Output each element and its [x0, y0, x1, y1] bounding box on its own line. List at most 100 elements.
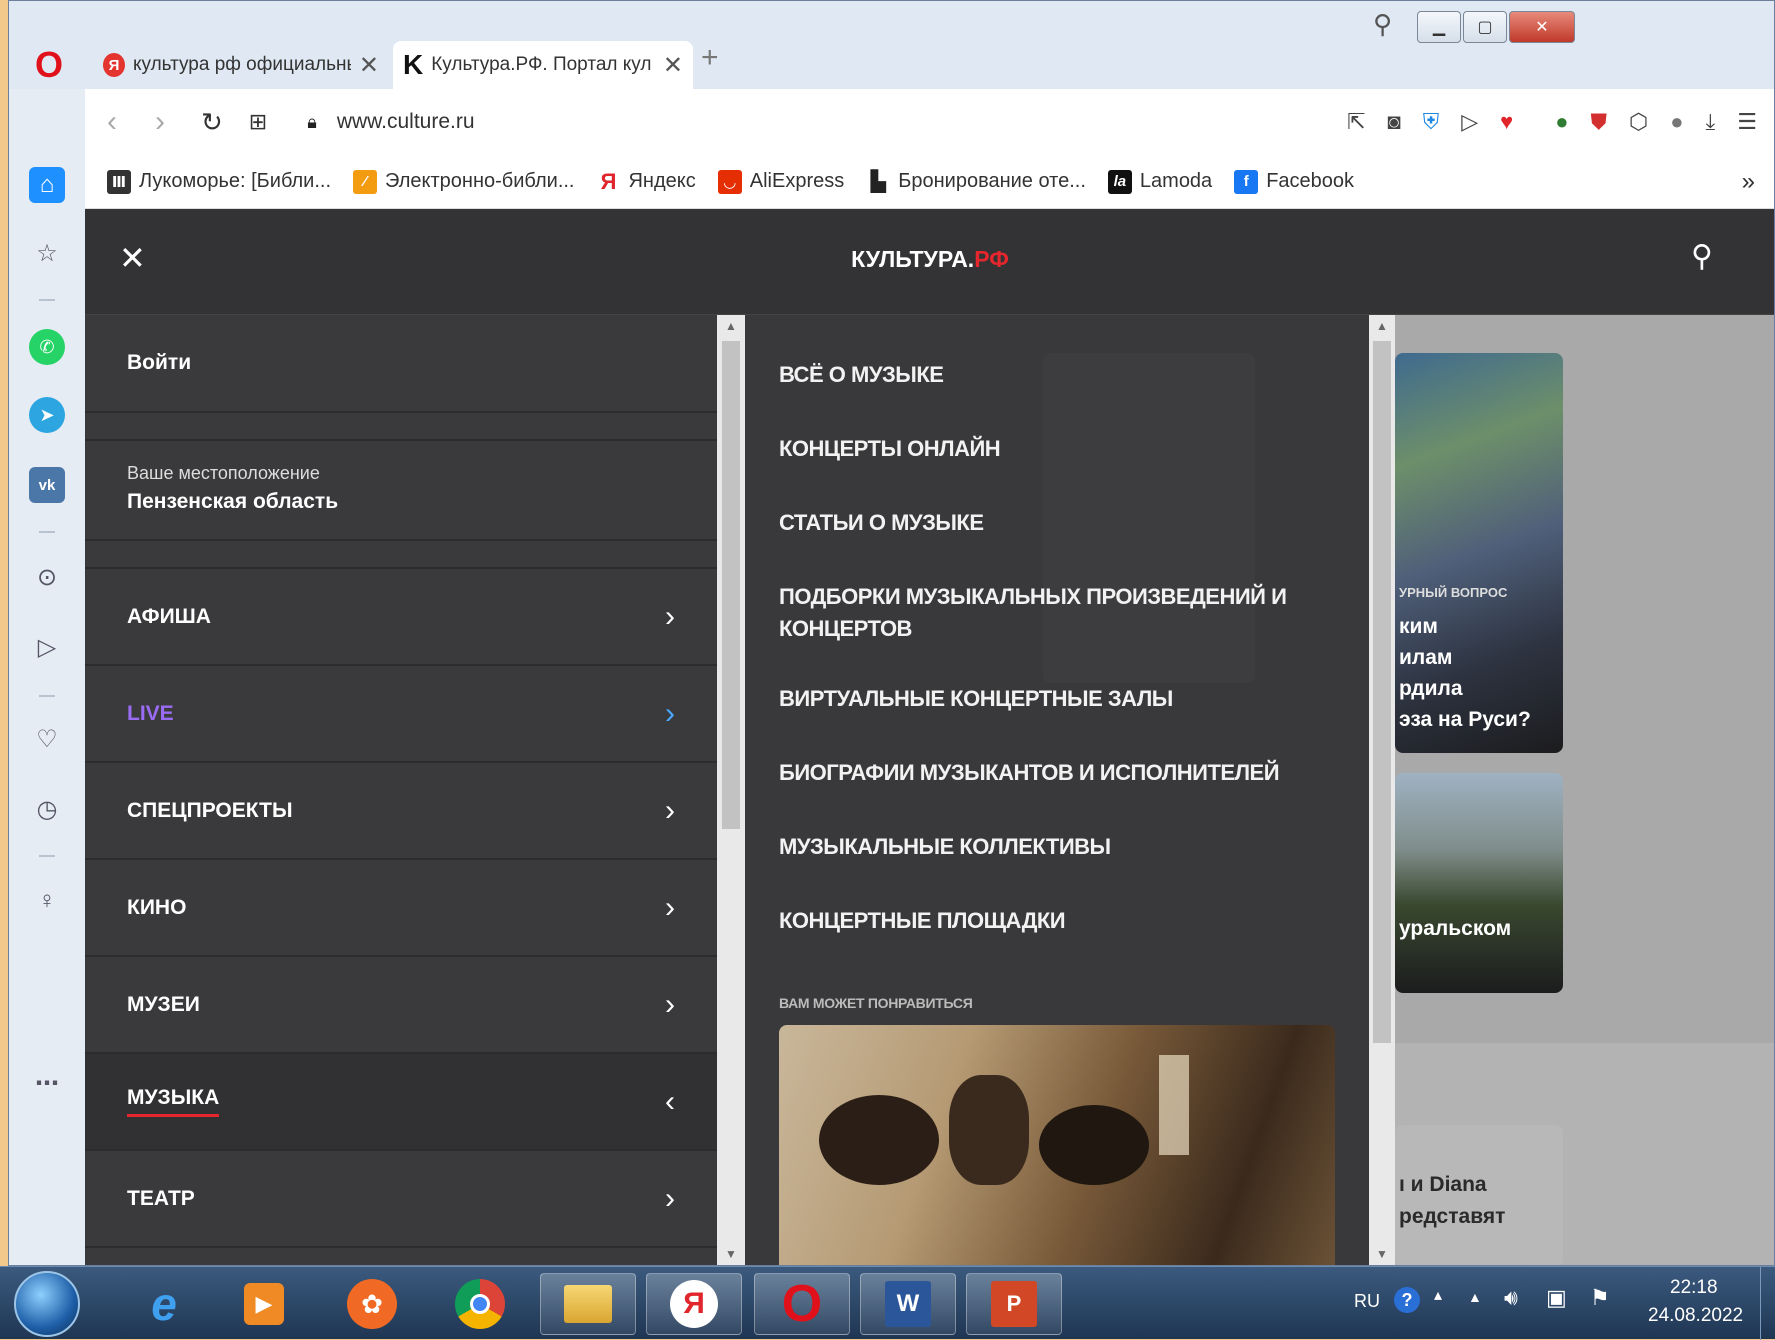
scroll-thumb[interactable]	[722, 341, 740, 829]
submenu-biographies[interactable]: БИОГРАФИИ МУЗЫКАНТОВ И ИСПОЛНИТЕЛЕЙ	[779, 757, 1339, 789]
scroll-up-arrow[interactable]: ▲	[1376, 319, 1388, 333]
speed-dial-icon[interactable]: ⊞	[249, 109, 267, 135]
lightbulb-icon[interactable]: ♀	[29, 883, 65, 919]
forward-icon[interactable]: ›	[155, 105, 165, 139]
easy-setup-icon[interactable]: ☰	[1737, 109, 1757, 135]
video-app-icon[interactable]: ✿	[324, 1273, 420, 1335]
site-search-icon[interactable]: ⚲	[1691, 239, 1713, 274]
home-icon[interactable]: ⌂	[29, 167, 65, 203]
bookmark-yandex[interactable]: Я Яндекс	[596, 169, 696, 194]
media-player-icon[interactable]: ▶	[216, 1273, 312, 1335]
history-icon[interactable]: ◷	[29, 791, 65, 827]
bg-card-diana[interactable]: ı и Diana редставят	[1395, 1125, 1563, 1265]
clock-date[interactable]: 24.08.2022	[1648, 1305, 1743, 1327]
scroll-down-arrow[interactable]: ▼	[725, 1247, 737, 1261]
vk-icon[interactable]: vk	[29, 467, 65, 503]
show-hidden-icon[interactable]: ▲	[1468, 1289, 1482, 1305]
bookmark-booking[interactable]: ▙ Бронирование оте...	[866, 170, 1086, 194]
send-to-icon[interactable]: ⇱	[1347, 109, 1365, 135]
player-icon[interactable]: ⊙	[29, 559, 65, 595]
powerpoint-icon[interactable]: P	[966, 1273, 1062, 1335]
menu-item-muzei[interactable]: МУЗЕИ ›	[85, 957, 717, 1054]
flow-send-icon[interactable]: ▷	[1461, 109, 1478, 135]
new-tab-button[interactable]: +	[701, 41, 719, 75]
action-center-icon[interactable]: ⚑	[1590, 1285, 1610, 1311]
recommend-image[interactable]	[779, 1025, 1335, 1265]
submenu-collections[interactable]: ПОДБОРКИ МУЗЫКАЛЬНЫХ ПРОИЗВЕДЕНИЙ И КОНЦ…	[779, 581, 1339, 645]
extension-icon[interactable]: ●	[1555, 109, 1568, 135]
submenu-all-music[interactable]: ВСЁ О МУЗЫКЕ	[779, 359, 1339, 391]
chevron-right-icon: ›	[665, 599, 675, 633]
submenu-music-articles[interactable]: СТАТЬИ О МУЗЫКЕ	[779, 507, 1339, 539]
chrome-icon[interactable]	[432, 1273, 528, 1335]
network-icon[interactable]: ▣	[1546, 1285, 1567, 1311]
language-indicator[interactable]: RU	[1354, 1291, 1380, 1312]
divider	[39, 299, 55, 301]
reload-icon[interactable]: ↻	[201, 107, 223, 138]
profile-icon[interactable]: ●	[1670, 109, 1683, 135]
clock-time[interactable]: 22:18	[1670, 1277, 1718, 1299]
url-field[interactable]: www.culture.ru	[337, 110, 475, 134]
menu-item-specprojects[interactable]: СПЕЦПРОЕКТЫ ›	[85, 763, 717, 860]
scroll-up-arrow[interactable]: ▲	[725, 319, 737, 333]
back-icon[interactable]: ‹	[107, 105, 117, 139]
flow-icon[interactable]: ▷	[29, 629, 65, 665]
bookmark-aliexpress[interactable]: ◡ AliExpress	[717, 169, 844, 194]
vpn-shield-icon[interactable]: ⛨	[1423, 109, 1440, 135]
telegram-icon[interactable]: ➤	[29, 397, 65, 433]
tray-arrow-icon[interactable]: ▴	[1434, 1285, 1442, 1305]
word-icon[interactable]: W	[860, 1273, 956, 1335]
tab-search-icon[interactable]: ⚲	[1373, 9, 1392, 40]
close-tab-icon[interactable]: ✕	[359, 51, 379, 80]
volume-icon[interactable]: 🔊︎	[1504, 1285, 1518, 1311]
scroll-down-arrow[interactable]: ▼	[1376, 1247, 1388, 1261]
bookmarks-more-icon[interactable]: »	[1742, 168, 1755, 196]
submenu-ensembles[interactable]: МУЗЫКАЛЬНЫЕ КОЛЛЕКТИВЫ	[779, 831, 1339, 863]
favorite-heart-icon[interactable]: ♥	[1500, 109, 1513, 135]
tab-culture[interactable]: K Культура.РФ. Портал культ ✕	[393, 41, 693, 89]
heart-icon[interactable]: ♡	[29, 721, 65, 757]
more-icon[interactable]: ⋯	[29, 1065, 65, 1101]
bg-card-question[interactable]: УРНЫЙ ВОПРОС ким илам рдила эза на Руси?	[1395, 353, 1563, 753]
adblock-icon[interactable]: ⛊	[1591, 109, 1608, 135]
submenu-scrollbar[interactable]: ▲ ▼	[1369, 315, 1395, 1265]
menu-item-live[interactable]: LIVE ›	[85, 666, 717, 763]
start-button[interactable]	[14, 1271, 80, 1337]
menu-item-afisha[interactable]: АФИША ›	[85, 569, 717, 666]
menu-item-kino[interactable]: КИНО ›	[85, 860, 717, 957]
close-window-button[interactable]: ✕	[1509, 11, 1575, 43]
site-logo[interactable]: КУЛЬТУРА.РФ	[85, 246, 1774, 273]
book-icon: Ⅲ	[107, 169, 131, 194]
yandex-browser-icon[interactable]: Я	[646, 1273, 742, 1335]
bookmark-lukomorye[interactable]: Ⅲ Лукоморье: [Библи...	[107, 169, 331, 194]
show-desktop-button[interactable]	[1760, 1267, 1775, 1340]
explorer-icon[interactable]	[540, 1273, 636, 1335]
submenu-concert-venues[interactable]: КОНЦЕРТНЫЕ ПЛОЩАДКИ	[779, 905, 1339, 937]
bg-card-ural[interactable]: уральском	[1395, 773, 1563, 993]
tab-search[interactable]: Я культура рф официальный ✕	[93, 41, 389, 89]
menu-item-teatr[interactable]: ТЕАТР ›	[85, 1151, 717, 1248]
whatsapp-icon[interactable]: ✆	[29, 329, 65, 365]
opera-taskbar-icon[interactable]: O	[754, 1273, 850, 1335]
camera-icon[interactable]: ◙	[1387, 109, 1400, 135]
location-selector[interactable]: Ваше местоположение Пензенская область	[85, 441, 717, 541]
bookmark-facebook[interactable]: f Facebook	[1234, 169, 1354, 194]
minimize-button[interactable]: ▁	[1417, 11, 1461, 43]
aliexpress-icon: ◡	[717, 169, 742, 194]
bookmark-elibrary[interactable]: ⁄ Электронно-библи...	[353, 169, 574, 194]
scroll-thumb[interactable]	[1373, 341, 1391, 1043]
help-icon[interactable]: ?	[1394, 1287, 1420, 1313]
menu-scrollbar[interactable]: ▲ ▼	[717, 315, 745, 1265]
submenu-virtual-halls[interactable]: ВИРТУАЛЬНЫЕ КОНЦЕРТНЫЕ ЗАЛЫ	[779, 683, 1339, 715]
ie-icon[interactable]: e	[116, 1273, 212, 1335]
bookmarks-star-icon[interactable]: ☆	[29, 235, 65, 271]
close-tab-icon[interactable]: ✕	[663, 51, 683, 80]
bookmark-lamoda[interactable]: la Lamoda	[1107, 169, 1212, 194]
download-icon[interactable]: ⤓	[1706, 109, 1716, 135]
maximize-button[interactable]: ▢	[1463, 11, 1507, 43]
login-link[interactable]: Войти	[85, 315, 717, 413]
submenu-concerts-online[interactable]: КОНЦЕРТЫ ОНЛАЙН	[779, 433, 1339, 465]
box-icon[interactable]: ⬡	[1629, 109, 1648, 135]
menu-item-muzyka[interactable]: МУЗЫКА ‹	[85, 1054, 717, 1151]
opera-menu-icon[interactable]: O	[31, 47, 67, 83]
